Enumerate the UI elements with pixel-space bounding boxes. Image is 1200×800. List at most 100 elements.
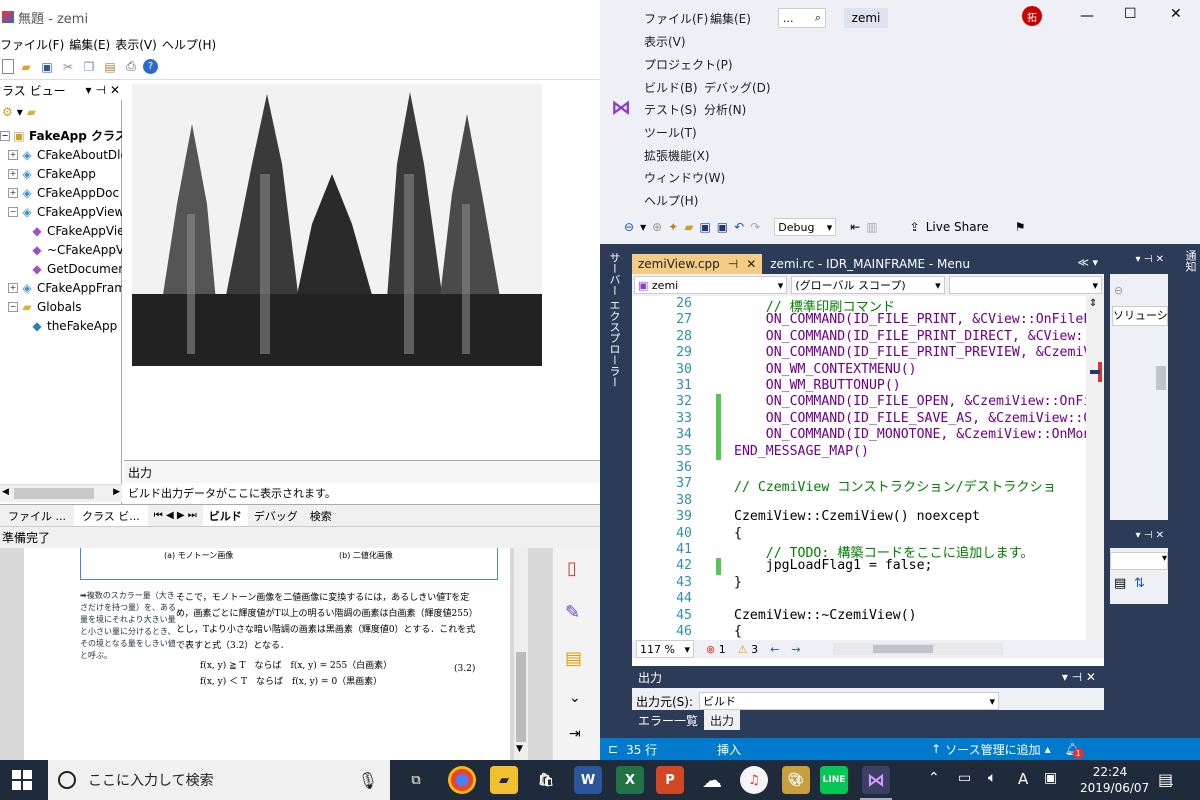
vs-menu-analyze[interactable]: 分析(N) bbox=[704, 101, 746, 118]
code-line[interactable]: } bbox=[734, 575, 742, 590]
solution-back-icon[interactable]: ⊖ bbox=[1114, 284, 1123, 297]
notifications-label[interactable]: 通知 bbox=[1182, 250, 1198, 272]
vs-menu-view[interactable]: 表示(V) bbox=[644, 33, 686, 50]
open-icon[interactable]: ▰ bbox=[684, 220, 693, 234]
close-icon[interactable]: ✕ bbox=[110, 83, 120, 97]
taskbar-search-box[interactable]: ここに入力して検索 🎙︎ bbox=[48, 760, 390, 800]
close-icon[interactable]: ✕ bbox=[746, 257, 756, 271]
dropdown-arrow-icon[interactable]: ▾ bbox=[17, 105, 23, 119]
output-window-controls[interactable]: ▾ ⊣ ✕ bbox=[1062, 670, 1096, 684]
code-line[interactable]: ON_WM_RBUTTONUP() bbox=[734, 378, 901, 393]
code-line[interactable]: { bbox=[734, 526, 742, 541]
maximize-icon[interactable]: ☐ bbox=[1124, 6, 1137, 22]
ime-icon[interactable]: ▣ bbox=[1044, 770, 1057, 786]
scroll-thumb[interactable] bbox=[1156, 366, 1166, 390]
code-line[interactable]: ON_COMMAND(ID_FILE_OPEN, &CzemiView::OnF… bbox=[734, 394, 1092, 409]
user-avatar[interactable]: 拓 bbox=[1022, 6, 1042, 26]
vs-menu-window[interactable]: ウィンドウ(W) bbox=[644, 169, 725, 186]
dropdown-arrow-icon[interactable]: ▴ bbox=[1045, 742, 1051, 756]
collapse-icon[interactable]: − bbox=[8, 206, 18, 217]
tree-item[interactable]: ◆ ~CFakeAppVi bbox=[0, 240, 122, 259]
menu-edit[interactable]: 編集(E) bbox=[69, 36, 115, 53]
collapse-icon[interactable]: − bbox=[0, 130, 10, 141]
copy-icon[interactable]: ❐ bbox=[80, 58, 98, 76]
volume-muted-icon[interactable]: 🔈︎ bbox=[988, 770, 996, 786]
visual-studio-icon[interactable]: ⋈ bbox=[862, 766, 890, 794]
new-file-icon[interactable] bbox=[2, 59, 14, 74]
tree-item[interactable]: + ◈ CFakeAppFrame bbox=[0, 278, 122, 297]
next-issue-icon[interactable]: → bbox=[791, 643, 800, 656]
tab-debug[interactable]: デバッグ bbox=[248, 508, 304, 524]
bookmark-icon[interactable]: ▥ bbox=[866, 220, 877, 234]
expand-icon[interactable]: + bbox=[8, 149, 18, 160]
word-icon[interactable]: W bbox=[574, 766, 602, 794]
solution-search[interactable]: ソリューショ bbox=[1112, 306, 1168, 326]
tab-class-view[interactable]: クラス ビ... bbox=[74, 504, 148, 527]
output-source-select[interactable]: ビルド ▾ bbox=[699, 692, 1000, 710]
chrome-icon[interactable] bbox=[448, 766, 476, 794]
code-line[interactable]: ON_COMMAND(ID_MONOTONE, &CzemiView::OnMo… bbox=[734, 427, 1099, 442]
menu-view[interactable]: 表示(V) bbox=[115, 36, 162, 53]
tab-file-view[interactable]: ファイル ... bbox=[0, 508, 74, 524]
code-line[interactable]: jpgLoadFlag1 = false; bbox=[734, 558, 933, 573]
scroll-thumb[interactable] bbox=[516, 652, 526, 742]
powerpoint-icon[interactable]: P bbox=[656, 766, 684, 794]
sort-alpha-icon[interactable]: ⇅ bbox=[1134, 576, 1145, 591]
code-line[interactable]: ON_COMMAND(ID_FILE_PRINT_DIRECT, &CView:… bbox=[734, 329, 1099, 344]
paint-icon[interactable]: 🎨︎ bbox=[782, 766, 810, 794]
tree-item[interactable]: ◆ GetDocument bbox=[0, 259, 122, 278]
forward-icon[interactable]: ⊕ bbox=[652, 220, 662, 234]
pin-icon[interactable]: ⊣ bbox=[95, 83, 105, 97]
tree-root[interactable]: − ▣ FakeApp クラス bbox=[0, 126, 122, 145]
properties-header-controls[interactable]: ▾ ⊣ ✕ bbox=[1110, 530, 1168, 548]
pin-icon[interactable]: ⊣ bbox=[728, 257, 738, 271]
search-icon[interactable]: ⌕ bbox=[815, 11, 821, 25]
new-item-icon[interactable]: ✦ bbox=[668, 220, 678, 234]
scroll-thumb[interactable] bbox=[872, 645, 933, 653]
horizontal-scrollbar[interactable] bbox=[832, 643, 1003, 655]
vs-menu-extensions[interactable]: 拡張機能(X) bbox=[644, 147, 710, 164]
vs-menu-tools[interactable]: ツール(T) bbox=[644, 124, 697, 141]
scroll-right-icon[interactable]: ▶ bbox=[113, 487, 120, 497]
scroll-left-icon[interactable]: ◀ bbox=[2, 487, 9, 497]
scope-select[interactable]: (グローバル スコープ) ▾ bbox=[791, 276, 945, 294]
save-icon[interactable]: ▣ bbox=[699, 220, 710, 234]
code-line[interactable]: ON_COMMAND(ID_FILE_PRINT_PREVIEW, &Czemi… bbox=[734, 345, 1092, 360]
chevron-down-icon[interactable]: ⌄ bbox=[569, 690, 581, 706]
open-folder-icon[interactable]: ▰ bbox=[17, 58, 35, 76]
tab-zemi-rc[interactable]: zemi.rc - IDR_MAINFRAME - Menu bbox=[762, 254, 978, 274]
configuration-select[interactable]: Debug ▾ bbox=[774, 218, 837, 236]
vs-menu-debug[interactable]: デバッグ(D) bbox=[704, 79, 771, 96]
code-area[interactable]: 26 // 標準印刷コマンド 27 ON_COMMAND(ID_FILE_PRIN… bbox=[632, 296, 1104, 640]
scroll-down-icon[interactable]: ▼ bbox=[516, 744, 523, 754]
tree-item[interactable]: ◆ CFakeAppView bbox=[0, 221, 122, 240]
store-icon[interactable]: 🛍︎ bbox=[532, 766, 560, 794]
task-view-icon[interactable]: ⧉ bbox=[402, 766, 430, 794]
prev-issue-icon[interactable]: ← bbox=[770, 643, 779, 656]
onedrive-icon[interactable]: ☁ bbox=[698, 766, 726, 794]
code-line[interactable]: ON_COMMAND(ID_FILE_PRINT, &CView::OnFile… bbox=[734, 312, 1099, 327]
tree-item[interactable]: − ◈ CFakeAppView bbox=[0, 202, 122, 221]
cut-icon[interactable]: ✂ bbox=[59, 58, 77, 76]
vs-menu-edit[interactable]: 編集(E) bbox=[710, 10, 751, 27]
categorized-icon[interactable]: ▤ bbox=[1114, 576, 1126, 591]
dropdown-arrow-icon[interactable]: ▾ bbox=[640, 220, 646, 234]
split-icon[interactable]: ⇕ bbox=[1089, 298, 1097, 309]
vs-menu-test[interactable]: テスト(S) bbox=[644, 101, 697, 118]
expand-icon[interactable]: + bbox=[8, 168, 18, 179]
tab-build[interactable]: ビルド bbox=[202, 504, 248, 527]
microphone-icon[interactable]: 🎙︎ bbox=[358, 771, 378, 790]
print-icon[interactable]: ⎙ bbox=[122, 58, 140, 76]
notifications-strip[interactable]: 通知 bbox=[1178, 244, 1200, 740]
vs-menu-help[interactable]: ヘルプ(H) bbox=[644, 192, 698, 209]
close-icon[interactable]: ✕ bbox=[1170, 6, 1182, 22]
comment-icon[interactable]: ▤ bbox=[565, 648, 582, 669]
tab-output[interactable]: 出力 bbox=[704, 710, 741, 730]
error-count[interactable]: ⊗ 1 bbox=[706, 643, 726, 656]
tab-search[interactable]: 検索 bbox=[304, 508, 338, 524]
tree-item[interactable]: + ◈ CFakeAppDoc bbox=[0, 183, 122, 202]
add-to-source-control-button[interactable]: ソース管理に追加 bbox=[945, 741, 1040, 758]
notification-bell-icon[interactable]: 🔔︎ 1 bbox=[1065, 742, 1084, 759]
save-icon[interactable]: ▣ bbox=[38, 58, 56, 76]
paste-icon[interactable]: ▤ bbox=[101, 58, 119, 76]
